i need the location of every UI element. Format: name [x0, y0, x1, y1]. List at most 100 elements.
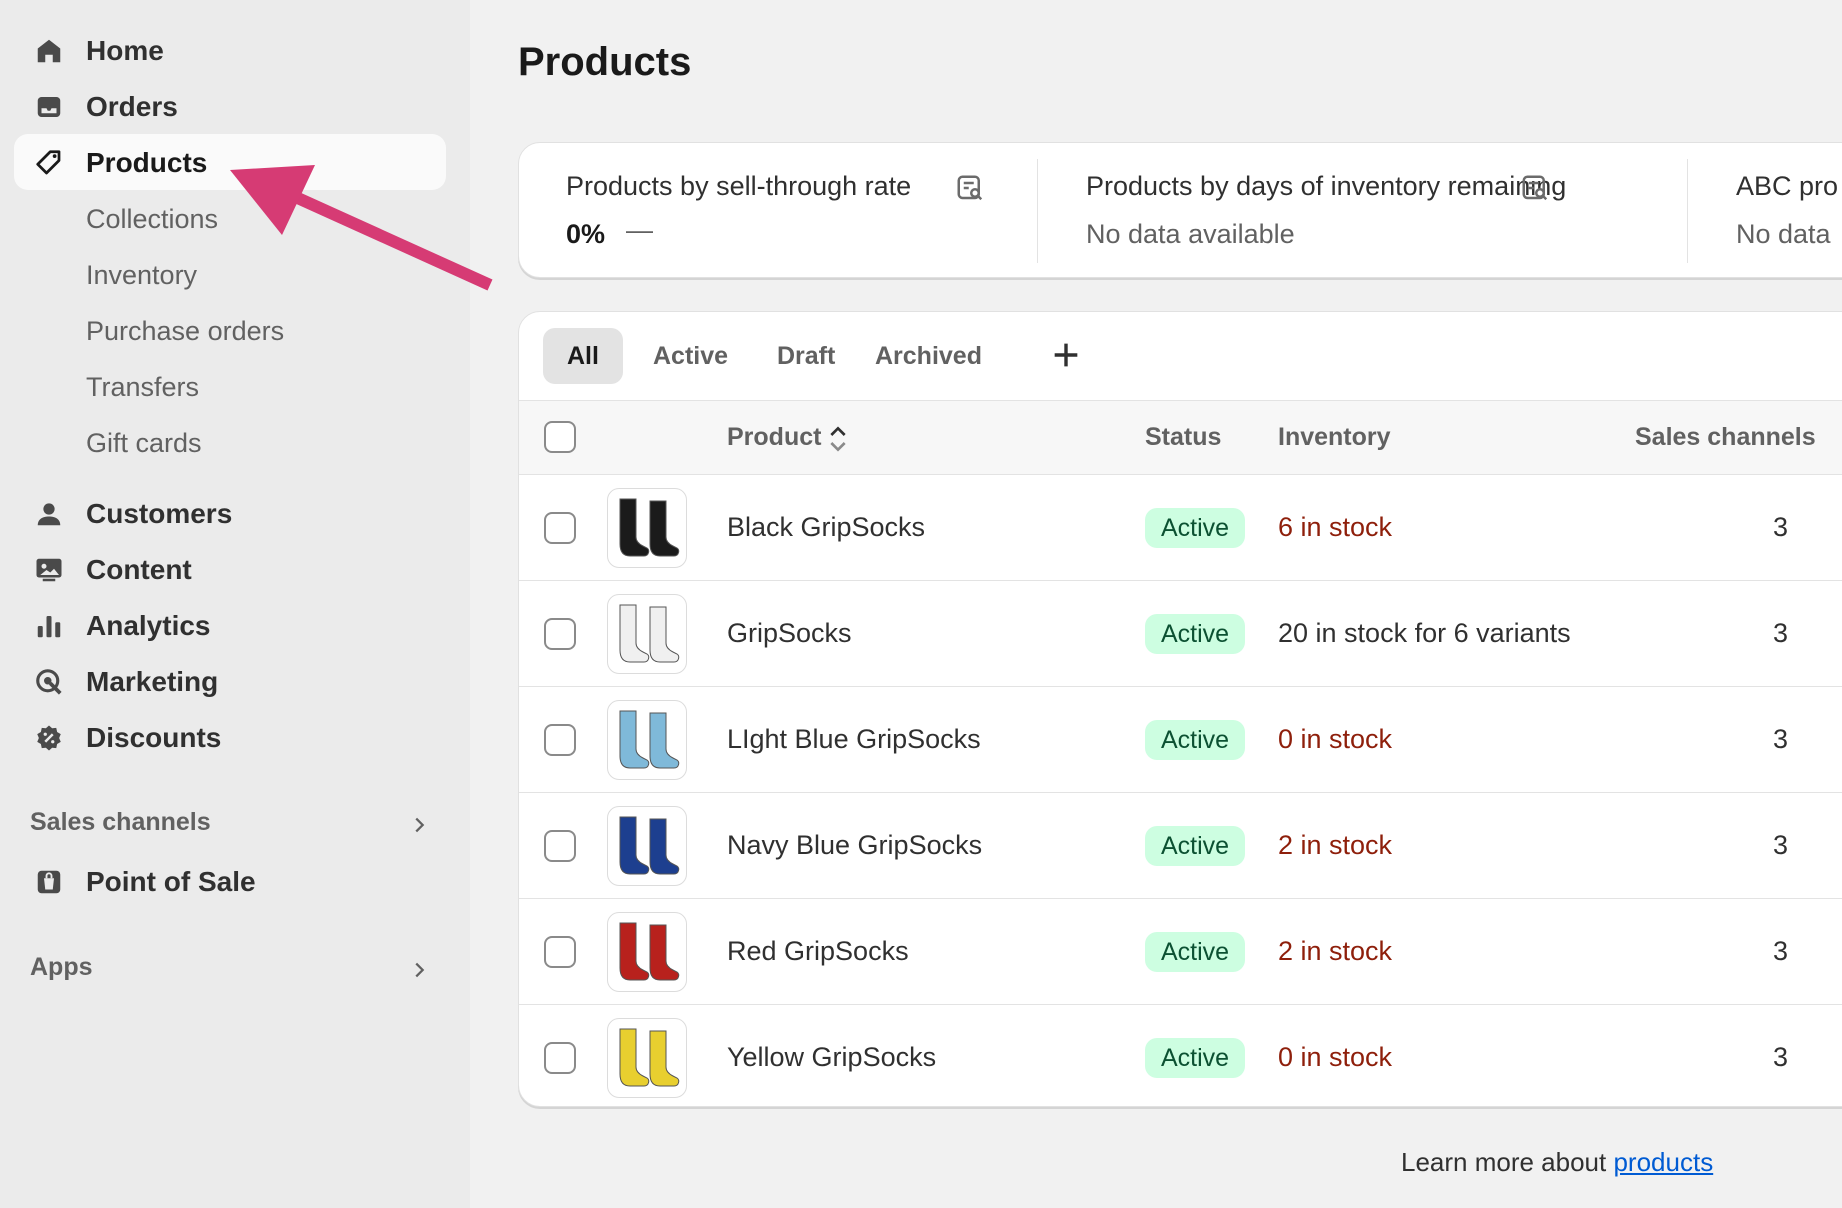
chevron-right-icon [415, 817, 425, 833]
chevron-right-icon [415, 962, 425, 978]
product-name[interactable]: GripSocks [727, 618, 852, 649]
metric-sell-through[interactable]: Products by sell-through rate 0% — [519, 143, 1037, 277]
nav-content-label: Content [86, 554, 192, 585]
col-inventory: Inventory [1278, 423, 1391, 451]
nav-transfers[interactable]: Transfers [86, 372, 199, 403]
table-row[interactable]: LIght Blue GripSocks Active 0 in stock 3 [519, 687, 1842, 793]
product-name[interactable]: Black GripSocks [727, 512, 925, 543]
sales-channels-count: 3 [1773, 512, 1789, 542]
product-thumbnail [607, 806, 687, 886]
product-name[interactable]: Yellow GripSocks [727, 1042, 936, 1073]
sock-image [619, 816, 680, 875]
inventory-value: 20 in stock for 6 variants [1278, 618, 1571, 648]
add-view-icon[interactable] [1049, 338, 1083, 372]
apps-header[interactable]: Apps [30, 953, 430, 993]
nav-orders[interactable]: Orders [14, 78, 446, 134]
metrics-card: Products by sell-through rate 0% — Produ… [518, 142, 1842, 278]
nav-content[interactable]: Content [14, 541, 446, 597]
sales-channels-header[interactable]: Sales channels [30, 808, 430, 848]
filter-tabs: All Active Draft Archived [519, 312, 1842, 400]
product-thumbnail [607, 700, 687, 780]
home-icon [37, 39, 61, 63]
product-thumbnail [607, 1018, 687, 1098]
nav-marketing[interactable]: Marketing [14, 653, 446, 709]
nav-orders-label: Orders [86, 91, 178, 122]
metric-days-inventory[interactable]: Products by days of inventory remaining … [1038, 143, 1688, 277]
metric-value: No data available [1086, 219, 1295, 249]
nav-discounts-label: Discounts [86, 722, 222, 753]
row-checkbox[interactable] [544, 1042, 576, 1074]
status-badge: Active [1145, 720, 1246, 760]
inbox-icon [37, 97, 61, 117]
nav-products-label: Products [86, 147, 208, 178]
nav-collections[interactable]: Collections [86, 204, 218, 235]
nav-discounts[interactable]: Discounts [14, 709, 446, 765]
person-icon [37, 503, 61, 526]
tag-icon [36, 150, 61, 175]
row-checkbox[interactable] [544, 830, 576, 862]
table-row[interactable]: Black GripSocks Active 6 in stock 3 [519, 475, 1842, 581]
metric-value: 0% [566, 219, 606, 249]
col-status: Status [1145, 423, 1222, 451]
nav-point-of-sale[interactable]: Point of Sale [14, 853, 446, 909]
products-help-link[interactable]: products [1613, 1147, 1713, 1177]
nav-inventory[interactable]: Inventory [86, 260, 197, 291]
shopping-bag-icon [37, 870, 61, 894]
table-row[interactable]: GripSocks Active 20 in stock for 6 variant… [519, 581, 1842, 687]
status-badge: Active [1145, 1038, 1246, 1078]
discount-icon [37, 725, 61, 751]
row-checkbox[interactable] [544, 724, 576, 756]
metric-abc[interactable]: ABC pro No data [1688, 143, 1842, 277]
sock-image [619, 922, 680, 981]
report-search-icon[interactable] [955, 173, 985, 203]
table-header: Product Status Inventory Sales channels [519, 400, 1842, 475]
product-name[interactable]: LIght Blue GripSocks [727, 724, 981, 755]
product-name[interactable]: Navy Blue GripSocks [727, 830, 982, 861]
inventory-value: 0 in stock [1278, 1042, 1393, 1072]
sock-image [619, 498, 680, 557]
row-checkbox[interactable] [544, 936, 576, 968]
metric-value: No data [1736, 219, 1831, 249]
nav-analytics[interactable]: Analytics [14, 597, 446, 653]
status-badge: Active [1145, 826, 1246, 866]
nav-home[interactable]: Home [14, 22, 446, 78]
footer-help: Learn more about products [1401, 1147, 1713, 1178]
bar-chart-icon [37, 616, 61, 638]
row-checkbox[interactable] [544, 512, 576, 544]
table-row[interactable]: Red GripSocks Active 2 in stock 3 [519, 899, 1842, 1005]
table-row[interactable]: Yellow GripSocks Active 0 in stock 3 [519, 1005, 1842, 1106]
apps-label: Apps [30, 953, 93, 981]
table-row[interactable]: Navy Blue GripSocks Active 2 in stock 3 [519, 793, 1842, 899]
col-product[interactable]: Product [727, 423, 821, 452]
products-table-card: All Active Draft Archived Product Status… [518, 311, 1842, 1107]
select-all-checkbox[interactable] [544, 421, 576, 453]
nav-gift-cards[interactable]: Gift cards [86, 428, 202, 459]
inventory-value: 6 in stock [1278, 512, 1393, 542]
metric-trend: — [626, 215, 653, 245]
sock-image [619, 604, 680, 663]
nav-purchase-orders[interactable]: Purchase orders [86, 316, 284, 347]
tab-all[interactable]: All [543, 328, 623, 384]
tab-archived[interactable]: Archived [851, 328, 1006, 384]
product-name[interactable]: Red GripSocks [727, 936, 909, 967]
row-checkbox[interactable] [544, 618, 576, 650]
tab-active[interactable]: Active [629, 328, 752, 384]
sort-icon[interactable] [827, 423, 849, 455]
nav-customers[interactable]: Customers [14, 485, 446, 541]
nav-home-label: Home [86, 35, 164, 66]
report-search-icon[interactable] [1520, 173, 1550, 203]
nav-customers-label: Customers [86, 498, 233, 529]
footer-prefix: Learn more about [1401, 1147, 1614, 1177]
status-badge: Active [1145, 614, 1246, 654]
target-icon [36, 669, 62, 695]
metric-title: Products by sell-through rate [566, 171, 912, 201]
sales-channels-count: 3 [1773, 1042, 1789, 1072]
sales-channels-count: 3 [1773, 724, 1789, 754]
inventory-value: 2 in stock [1278, 830, 1393, 860]
metric-title: ABC pro [1736, 171, 1839, 201]
nav-point-of-sale-label: Point of Sale [86, 866, 256, 897]
tab-draft[interactable]: Draft [753, 328, 859, 384]
status-badge: Active [1145, 932, 1246, 972]
annotation-arrow [230, 165, 493, 291]
product-thumbnail [607, 488, 687, 568]
